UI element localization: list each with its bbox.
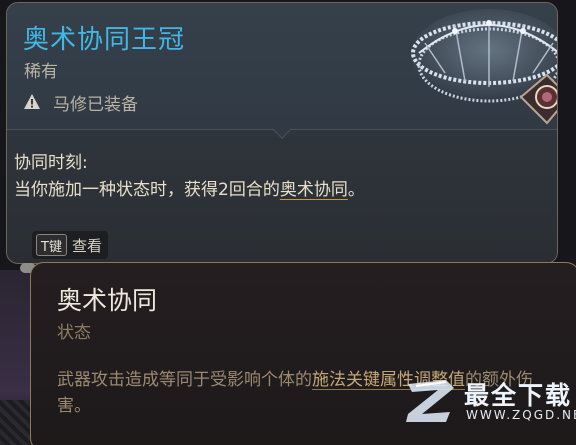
status-title: 奥术协同 bbox=[57, 286, 158, 315]
view-label: 查看 bbox=[71, 236, 102, 255]
item-tooltip: 奥术协同王冠 稀有 马修已装备 bbox=[6, 2, 558, 264]
view-hint[interactable]: T键 查看 bbox=[32, 231, 108, 259]
passive-description: 当你施加一种状态时，获得2回合的奥术协同。 bbox=[14, 176, 434, 205]
site-watermark: 最全下载 WWW.ZQGD.NET bbox=[402, 372, 576, 438]
item-title: 奥术协同王冠 bbox=[23, 25, 186, 55]
background-pattern bbox=[0, 400, 34, 445]
t-key-label: T键 bbox=[41, 239, 62, 255]
status-desc-text: 武器攻击造成等同于受影响个体的 bbox=[57, 370, 312, 390]
t-key-badge: T键 bbox=[36, 234, 67, 256]
equipped-status-row: 马修已装备 bbox=[23, 91, 138, 115]
zqgd-logo-icon bbox=[406, 380, 454, 422]
watermark-url: WWW.ZQGD.NET bbox=[466, 408, 576, 422]
passive-desc-text: 当你施加一种状态时，获得2回合的 bbox=[14, 180, 280, 200]
arcane-synergy-link[interactable]: 奥术协同 bbox=[280, 180, 348, 200]
status-type: 状态 bbox=[57, 323, 91, 343]
warning-icon bbox=[24, 94, 40, 109]
passive-name: 协同时刻: bbox=[14, 153, 88, 173]
item-rarity: 稀有 bbox=[24, 62, 58, 82]
equipped-status: 马修已装备 bbox=[53, 94, 138, 115]
crown-item-image bbox=[411, 9, 557, 125]
passive-desc-end: 。 bbox=[347, 180, 365, 200]
watermark-name: 最全下载 bbox=[464, 381, 573, 410]
